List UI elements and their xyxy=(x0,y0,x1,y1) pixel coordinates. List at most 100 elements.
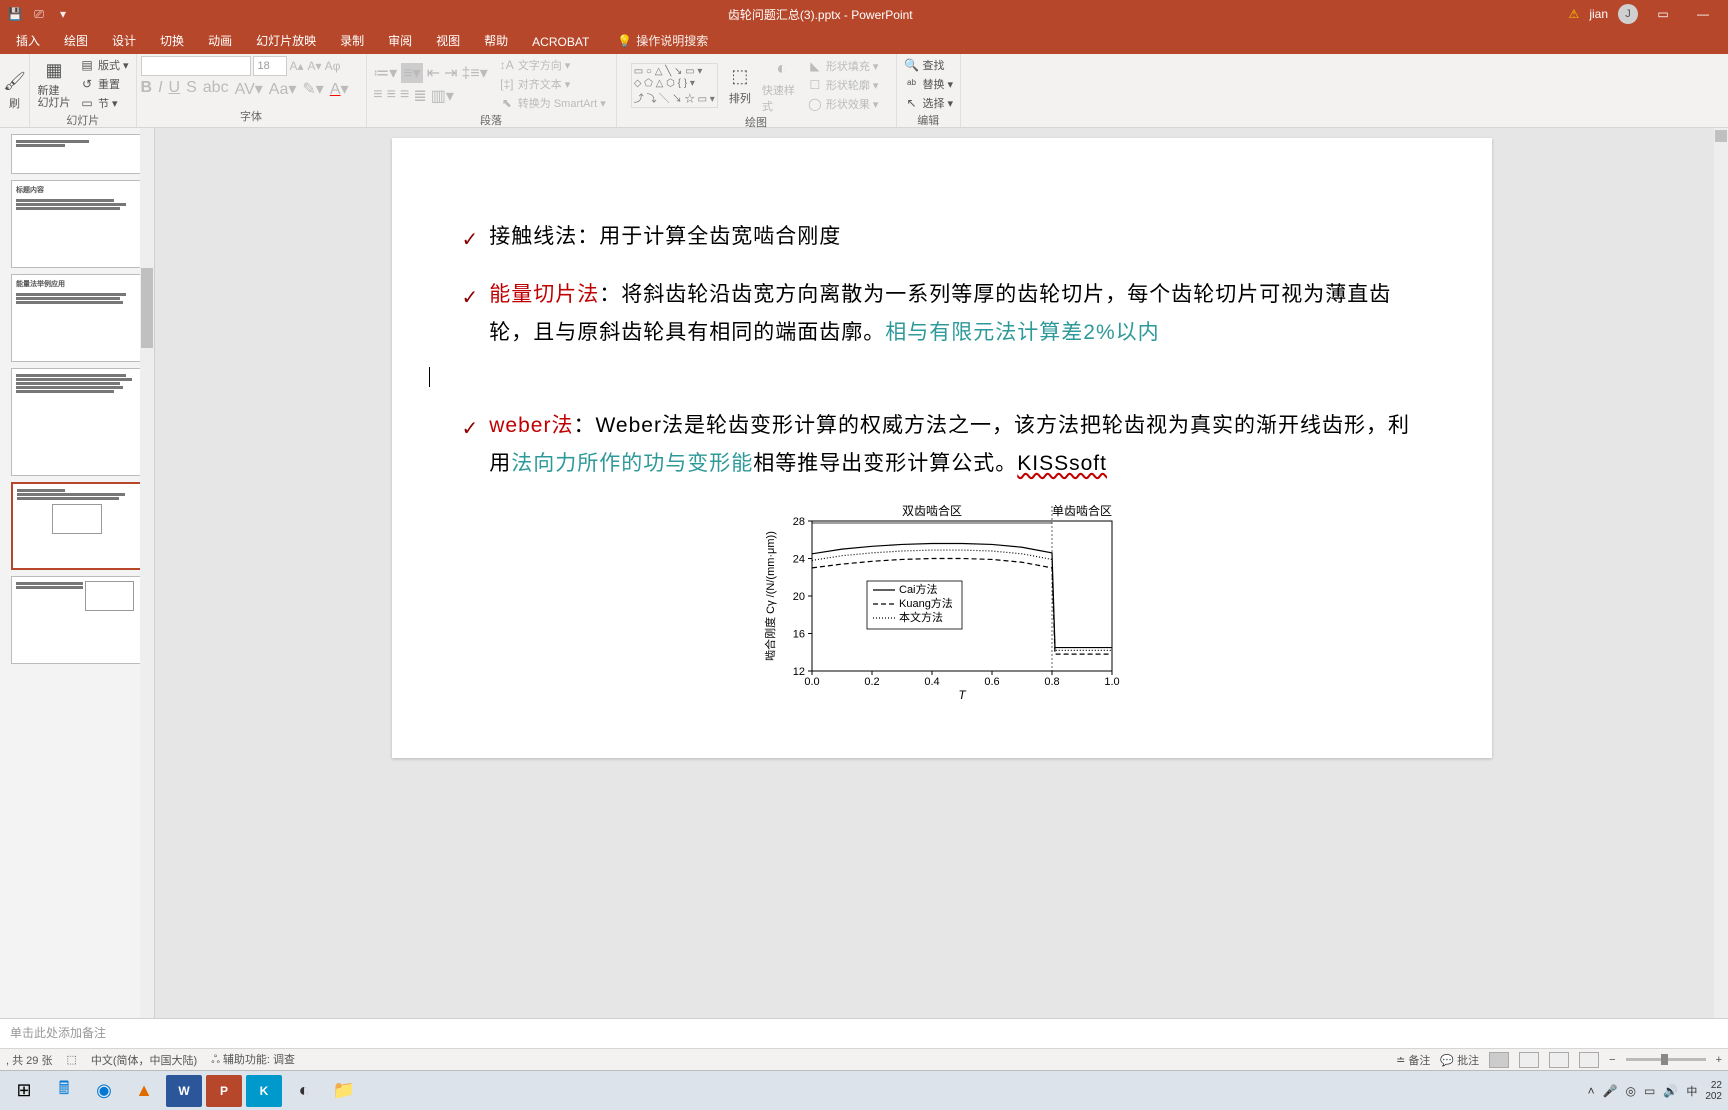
underline-icon[interactable]: U xyxy=(169,79,181,99)
bold-icon[interactable]: B xyxy=(141,79,153,99)
editor-scroll-up[interactable] xyxy=(1715,130,1727,142)
shadow-icon[interactable]: abc xyxy=(203,79,229,99)
tray-chevron-icon[interactable]: ˄ xyxy=(1588,1084,1595,1098)
reading-view-icon[interactable] xyxy=(1549,1052,1569,1068)
quick-styles-button[interactable]: ◐快速样式 xyxy=(762,56,802,114)
tab-help[interactable]: 帮助 xyxy=(472,27,520,54)
shape-effects-button[interactable]: ◯形状效果 ▾ xyxy=(804,95,882,113)
bullet-contact-line[interactable]: ✓ 接触线法：用于计算全齿宽啮合刚度 xyxy=(462,218,1422,258)
tab-insert[interactable]: 插入 xyxy=(4,27,52,54)
powerpoint-icon[interactable]: P xyxy=(206,1075,242,1107)
layout-button[interactable]: ▤版式 ▾ xyxy=(76,56,132,74)
word-icon[interactable]: W xyxy=(166,1075,202,1107)
highlight-icon[interactable]: ✎▾ xyxy=(302,79,323,99)
minimize-icon[interactable]: — xyxy=(1688,0,1718,28)
tab-transition[interactable]: 切换 xyxy=(148,27,196,54)
shapes-gallery[interactable]: ▭ ○ △ ╲ ↘ ▭ ▾ ◇ ⬠ △ ⬡ { } ▾ ⤴ ⤵ ╲ ↘ ☆ ▭ … xyxy=(631,63,718,108)
tab-acrobat[interactable]: ACROBAT xyxy=(520,30,601,54)
tab-review[interactable]: 审阅 xyxy=(376,27,424,54)
edge-icon[interactable]: ◉ xyxy=(86,1075,122,1107)
spell-check-icon[interactable]: ⬚ xyxy=(66,1053,76,1066)
notes-pane[interactable]: 单击此处添加备注 xyxy=(0,1018,1728,1048)
clock[interactable]: 22 202 xyxy=(1705,1080,1722,1102)
slideshow-view-icon[interactable] xyxy=(1579,1052,1599,1068)
task-view-icon[interactable]: ⊞ xyxy=(6,1075,42,1107)
clear-format-icon[interactable]: Aφ xyxy=(325,58,341,74)
shape-fill-button[interactable]: ◣形状填充 ▾ xyxy=(804,57,882,75)
warning-icon[interactable]: ⚠ xyxy=(1569,7,1580,21)
tab-animation[interactable]: 动画 xyxy=(196,27,244,54)
language-status[interactable]: 中文(简体，中国大陆) xyxy=(91,1052,197,1068)
italic-icon[interactable]: I xyxy=(158,79,162,99)
chart-mesh-stiffness[interactable]: 0.00.20.40.60.81.01216202428双齿啮合区单齿啮合区Ca… xyxy=(762,501,1122,701)
decrease-indent-icon[interactable]: ⇤ xyxy=(427,63,440,83)
arrange-button[interactable]: ⬚排列 xyxy=(720,64,760,106)
tab-record[interactable]: 录制 xyxy=(328,27,376,54)
tab-slideshow[interactable]: 幻灯片放映 xyxy=(244,27,328,54)
touch-icon[interactable]: ⎚ xyxy=(30,5,48,23)
sorter-view-icon[interactable] xyxy=(1519,1052,1539,1068)
align-text-button[interactable]: [‡]对齐文本 ▾ xyxy=(496,75,609,93)
justify-icon[interactable]: ≣ xyxy=(413,86,426,106)
align-left-icon[interactable]: ≡ xyxy=(373,86,382,106)
thumbs-scrollbar[interactable] xyxy=(140,128,154,1018)
zoom-slider[interactable] xyxy=(1626,1058,1706,1061)
comments-toggle[interactable]: 💬 批注 xyxy=(1440,1052,1479,1068)
editor-scrollbar[interactable] xyxy=(1714,128,1728,1018)
save-icon[interactable]: 💾 xyxy=(6,5,24,23)
char-spacing-icon[interactable]: AV▾ xyxy=(235,79,263,99)
user-name[interactable]: jian xyxy=(1589,7,1608,21)
zoom-in-icon[interactable]: + xyxy=(1716,1054,1722,1066)
bullets-icon[interactable]: ≔▾ xyxy=(373,63,397,83)
matlab-icon[interactable]: ▲ xyxy=(126,1075,162,1107)
slide-thumb[interactable] xyxy=(11,368,143,476)
ribbon-display-icon[interactable]: ▭ xyxy=(1648,0,1678,28)
bullet-energy-slice[interactable]: ✓ 能量切片法：将斜齿轮沿齿宽方向离散为一系列等厚的齿轮切片，每个齿轮切片可视为… xyxy=(462,276,1422,389)
tab-view[interactable]: 视图 xyxy=(424,27,472,54)
strikethrough-icon[interactable]: S xyxy=(186,79,197,99)
calculator-icon[interactable]: 🖩 xyxy=(46,1075,82,1107)
slide-thumb[interactable] xyxy=(11,134,143,174)
align-center-icon[interactable]: ≡ xyxy=(387,86,396,106)
find-button[interactable]: 🔍查找 xyxy=(901,56,957,74)
reset-button[interactable]: ↺重置 xyxy=(76,75,132,93)
slide-thumb[interactable] xyxy=(11,576,143,664)
select-button[interactable]: ↖选择 ▾ xyxy=(901,94,957,112)
decrease-font-icon[interactable]: A▾ xyxy=(307,58,323,74)
bullet-weber[interactable]: ✓ weber法：Weber法是轮齿变形计算的权威方法之一，该方法把轮齿视为真实… xyxy=(462,407,1422,483)
shape-outline-button[interactable]: ☐形状轮廓 ▾ xyxy=(804,76,882,94)
zoom-handle[interactable] xyxy=(1661,1054,1668,1065)
normal-view-icon[interactable] xyxy=(1489,1052,1509,1068)
explorer-icon[interactable]: 📁 xyxy=(326,1075,362,1107)
app-icon[interactable]: ◐ xyxy=(286,1075,322,1107)
user-avatar[interactable]: J xyxy=(1618,4,1638,24)
increase-font-icon[interactable]: A▴ xyxy=(289,58,305,74)
thumbs-scroll-handle[interactable] xyxy=(141,268,153,348)
accessibility-status[interactable]: ஃ 辅助功能: 调查 xyxy=(211,1051,295,1068)
tab-draw[interactable]: 绘图 xyxy=(52,27,100,54)
increase-indent-icon[interactable]: ⇥ xyxy=(444,63,457,83)
font-color-icon[interactable]: A▾ xyxy=(330,79,349,99)
align-right-icon[interactable]: ≡ xyxy=(400,86,409,106)
tray-mic-icon[interactable]: 🎤 xyxy=(1603,1084,1618,1098)
change-case-icon[interactable]: Aa▾ xyxy=(269,79,297,99)
replace-button[interactable]: ᵃᵇ替换 ▾ xyxy=(901,75,957,93)
section-button[interactable]: ▭节 ▾ xyxy=(76,94,132,112)
font-family-combo[interactable] xyxy=(141,56,251,76)
slide-count[interactable]: , 共 29 张 xyxy=(6,1052,52,1068)
tray-location-icon[interactable]: ◎ xyxy=(1626,1084,1636,1098)
zoom-out-icon[interactable]: − xyxy=(1609,1054,1615,1066)
tell-me-search[interactable]: 💡 操作说明搜索 xyxy=(609,27,716,54)
slide-thumb[interactable]: 标题内容 xyxy=(11,180,143,268)
kisssoft-icon[interactable]: K xyxy=(246,1075,282,1107)
columns-icon[interactable]: ▥▾ xyxy=(431,86,454,106)
line-spacing-icon[interactable]: ‡≡▾ xyxy=(462,63,488,83)
slide-thumb-selected[interactable] xyxy=(11,482,143,570)
notes-toggle[interactable]: ≐ 备注 xyxy=(1396,1052,1430,1068)
text-direction-button[interactable]: ↕A文字方向 ▾ xyxy=(496,56,609,74)
slide-thumb[interactable]: 能量法举例应用 xyxy=(11,274,143,362)
new-slide-button[interactable]: ▦新建 幻灯片 xyxy=(34,59,74,109)
font-size-combo[interactable]: 18 xyxy=(253,56,287,76)
qat-dropdown-icon[interactable]: ▾ xyxy=(54,5,72,23)
tray-battery-icon[interactable]: ▭ xyxy=(1644,1084,1655,1098)
